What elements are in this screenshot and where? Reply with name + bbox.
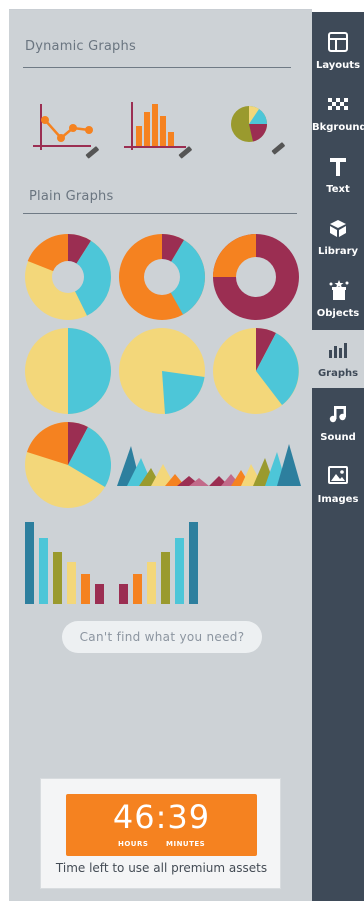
images-icon [328,466,348,484]
text-icon [330,158,346,176]
dynamic-graphs-title: Dynamic Graphs [25,39,136,54]
sidebar-item-label: Objects [316,308,360,319]
graphs-icon [329,343,347,358]
background-icon [328,98,348,110]
timer-caption: Time left to use all premium assets [55,861,268,875]
plain-graphs-title: Plain Graphs [29,189,114,204]
pencil-icon [271,142,285,155]
sidebar-item-label: Graphs [317,368,359,379]
bar-graph-thumb[interactable] [23,520,213,606]
pie-graph-thumb-4[interactable] [23,420,113,510]
objects-icon [329,280,349,300]
mountain-graph-thumb-2[interactable] [209,440,301,490]
dynamic-line-graph-thumb[interactable] [31,100,103,162]
sidebar-item-objects[interactable]: Objects [312,270,364,328]
sidebar-item-background[interactable]: Bkground [312,84,364,142]
sidebar-item-library[interactable]: Library [312,208,364,266]
library-icon [330,220,346,237]
sidebar-item-label: Text [326,184,350,195]
donut-graph-thumb-3[interactable] [211,232,301,322]
sidebar-item-label: Library [317,246,359,257]
pencil-icon [85,146,99,159]
dynamic-bar-graph-thumb[interactable] [122,98,198,162]
tools-sidebar: Layouts Bkground Text Library Objects Gr… [312,12,364,901]
sidebar-item-graphs[interactable]: Graphs [312,330,364,388]
timer-hours-label: HOURS [118,840,149,848]
window-edge [0,0,9,901]
sidebar-item-label: Bkground [312,122,364,133]
sidebar-item-label: Images [317,494,359,505]
sound-icon [329,406,346,423]
donut-graph-thumb-1[interactable] [23,232,113,322]
plain-graphs-divider [23,213,297,214]
timer-box[interactable]: 46:39 HOURS MINUTES [66,794,257,856]
cant-find-search-button[interactable]: Can't find what you need? [62,621,262,653]
dynamic-graphs-divider [23,67,291,68]
timer-digits: 46:39 [112,798,211,836]
sidebar-item-images[interactable]: Images [312,456,364,514]
top-strip [9,0,312,10]
donut-graph-thumb-2[interactable] [117,232,207,322]
sidebar-item-label: Sound [320,432,356,443]
pie-graph-thumb-2[interactable] [117,326,207,416]
dynamic-pie-graph-thumb[interactable] [225,102,291,162]
sidebar-item-text[interactable]: Text [312,146,364,204]
layouts-icon [328,32,348,52]
sidebar-item-sound[interactable]: Sound [312,394,364,452]
pie-graph-thumb-3[interactable] [211,326,301,416]
premium-timer-card: 46:39 HOURS MINUTES Time left to use all… [40,778,281,889]
sidebar-item-label: Layouts [315,60,361,71]
graphs-panel: Dynamic Graphs Plain Graphs [9,10,312,901]
timer-minutes-label: MINUTES [166,840,206,848]
pie-graph-thumb-1[interactable] [23,326,113,416]
sidebar-item-layouts[interactable]: Layouts [312,22,364,80]
mountain-graph-thumb-1[interactable] [117,440,209,490]
